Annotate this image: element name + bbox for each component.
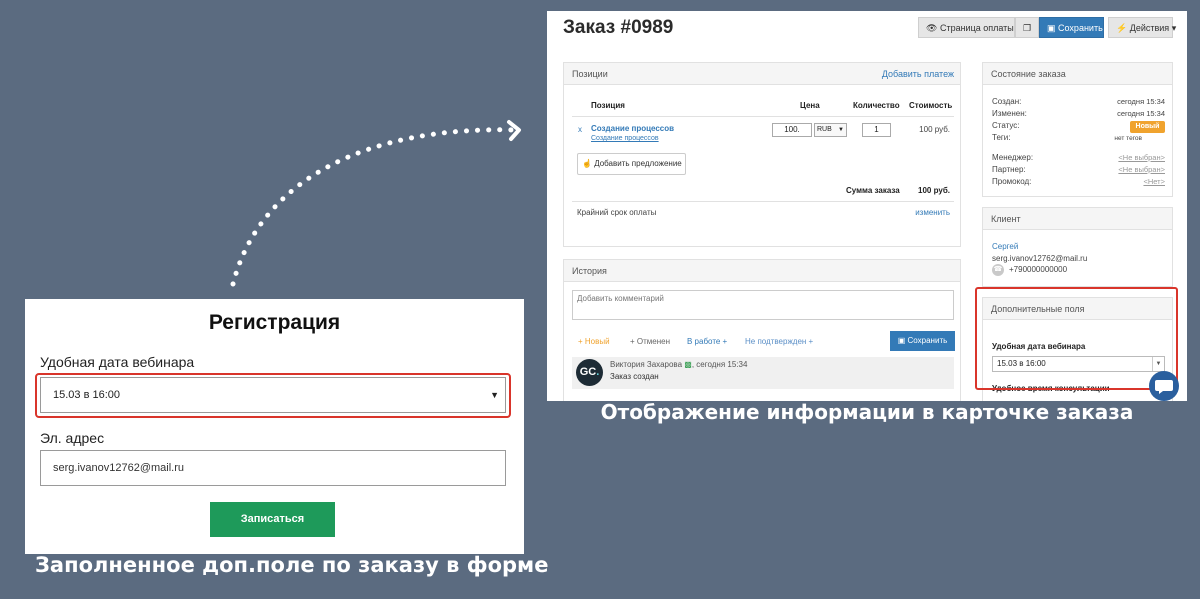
payment-due-label: Крайний срок оплаты <box>577 208 657 217</box>
client-phone: +790000000000 <box>1009 265 1068 274</box>
save-label: Сохранить <box>1058 23 1103 33</box>
hand-pointer-icon: ☝ <box>582 159 592 168</box>
client-name-link[interactable]: Сергей <box>992 242 1018 251</box>
registration-form: Регистрация Удобная дата вебинара 15.03 … <box>25 299 524 554</box>
eye-icon: 👁 <box>926 23 938 33</box>
promo-label: Промокод: <box>992 177 1032 186</box>
webinar-date-select[interactable]: 15.03 в 16:00 ▼ <box>40 377 506 413</box>
filter-new[interactable]: + Новый <box>578 337 610 346</box>
filter-in-progress[interactable]: В работе + <box>687 337 727 346</box>
highlight-frame <box>975 287 1178 390</box>
order-title: Заказ #0989 <box>563 17 674 38</box>
chevron-down-icon: ▼ <box>490 390 499 400</box>
save-button[interactable]: ▣ Сохранить <box>1039 17 1104 38</box>
quantity-input[interactable]: 1 <box>862 123 891 137</box>
bolt-icon: ⚡ <box>1116 23 1128 33</box>
phone-icon: ☎ <box>992 264 1004 276</box>
changed-value: сегодня 15:34 <box>1117 109 1165 118</box>
product-name-link[interactable]: Создание процессов <box>591 124 674 133</box>
submit-button[interactable]: Записаться <box>210 502 335 537</box>
payment-page-label: Страница оплаты <box>939 23 1014 33</box>
manager-link[interactable]: <Не выбран> <box>1118 153 1165 162</box>
positions-header: Позиции Добавить платеж <box>564 63 960 85</box>
history-save-label: Сохранить <box>907 336 948 345</box>
order-sum-label: Сумма заказа <box>846 186 900 195</box>
history-author: Виктория Захарова ▩, сегодня 15:34 <box>610 360 747 369</box>
avatar: GC. <box>576 359 603 386</box>
chevron-down-icon: ▼ <box>838 127 844 133</box>
history-header: История <box>564 260 960 282</box>
caption-form: Заполненное доп.поле по заказу в форме <box>35 553 549 577</box>
payment-due-change-link[interactable]: изменить <box>915 208 950 217</box>
client-email: serg.ivanov12762@mail.ru <box>992 254 1088 263</box>
product-sub-link[interactable]: Создание процессов <box>591 135 659 142</box>
status-badge[interactable]: Новый <box>1130 121 1165 133</box>
copy-button[interactable]: ❐ <box>1015 17 1039 38</box>
currency-value: RUB <box>817 126 832 133</box>
col-price: Цена <box>800 101 820 110</box>
tags-value: нет тегов <box>1114 135 1142 142</box>
history-time: , сегодня 15:34 <box>691 360 748 369</box>
copy-icon: ❐ <box>1022 23 1032 33</box>
item-cost: 100 руб. <box>919 125 950 134</box>
filter-new-label: + Новый <box>578 337 610 346</box>
caption-order: Отображение информации в карточке заказа <box>600 400 1134 424</box>
price-input[interactable]: 100. <box>772 123 812 137</box>
client-panel: Клиент Сергей serg.ivanov12762@mail.ru ☎… <box>982 207 1173 287</box>
order-state-panel: Состояние заказа Создан: сегодня 15:34 И… <box>982 62 1173 197</box>
money-icon: ▩ <box>684 360 692 369</box>
col-quantity: Количество <box>853 101 900 110</box>
filter-unconfirmed-label: Не подтвержден + <box>745 337 814 346</box>
payment-page-button[interactable]: 👁 Страница оплаты <box>918 17 1015 38</box>
webinar-date-value: 15.03 в 16:00 <box>53 389 121 401</box>
tags-label: Теги: <box>992 133 1011 142</box>
history-save-button[interactable]: ▣ Сохранить <box>890 331 955 351</box>
add-offer-button[interactable]: ☝ Добавить предложение <box>577 153 686 175</box>
history-author-name: Виктория Захарова <box>610 360 683 369</box>
email-label: Эл. адрес <box>40 430 105 446</box>
positions-title: Позиции <box>572 69 608 79</box>
webinar-date-label: Удобная дата вебинара <box>40 354 195 370</box>
promo-link[interactable]: <Нет> <box>1143 177 1165 186</box>
chat-icon <box>1155 380 1173 394</box>
history-message: Заказ создан <box>610 372 659 381</box>
partner-link[interactable]: <Не выбран> <box>1118 165 1165 174</box>
order-state-header: Состояние заказа <box>983 63 1172 85</box>
filter-unconfirmed[interactable]: Не подтвержден + <box>745 337 813 346</box>
status-label: Статус: <box>992 121 1020 130</box>
add-offer-label: Добавить предложение <box>594 159 682 168</box>
filter-cancelled-label: + Отменен <box>630 337 671 346</box>
dotted-arrow-icon <box>230 120 521 287</box>
floppy-icon: ▣ <box>897 336 906 345</box>
avatar-initials: GC <box>579 366 597 378</box>
history-panel: История Добавить комментарий + Новый + О… <box>563 259 961 401</box>
floppy-icon: ▣ <box>1047 23 1056 33</box>
col-cost: Стоимость <box>909 101 953 110</box>
avatar-accent: . <box>596 366 600 378</box>
filter-cancelled[interactable]: + Отменен <box>630 337 670 346</box>
actions-dropdown[interactable]: ⚡ Действия ▾ <box>1108 17 1176 38</box>
email-field[interactable]: serg.ivanov12762@mail.ru <box>40 450 506 486</box>
add-payment-link[interactable]: Добавить платеж <box>882 63 954 85</box>
currency-select[interactable]: RUB ▼ <box>814 123 847 137</box>
created-label: Создан: <box>992 97 1022 106</box>
created-value: сегодня 15:34 <box>1117 97 1165 106</box>
registration-title: Регистрация <box>208 311 341 334</box>
partner-label: Партнер: <box>992 165 1026 174</box>
client-header: Клиент <box>983 208 1172 230</box>
manager-label: Менеджер: <box>992 153 1034 162</box>
changed-label: Изменен: <box>992 109 1027 118</box>
remove-item-button[interactable]: x <box>578 125 582 134</box>
actions-label: Действия <box>1129 23 1170 33</box>
positions-panel: Позиции Добавить платеж Позиция Цена Кол… <box>563 62 961 247</box>
divider <box>572 201 954 202</box>
divider <box>572 116 954 117</box>
col-position: Позиция <box>591 101 625 110</box>
order-sum-value: 100 руб. <box>918 186 950 195</box>
filter-in-progress-label: В работе + <box>687 337 728 346</box>
chat-widget-button[interactable] <box>1149 371 1179 401</box>
comment-input[interactable]: Добавить комментарий <box>572 290 954 320</box>
history-entry: GC. Виктория Захарова ▩, сегодня 15:34 З… <box>572 357 954 389</box>
caret-down-icon: ▾ <box>1171 23 1177 33</box>
